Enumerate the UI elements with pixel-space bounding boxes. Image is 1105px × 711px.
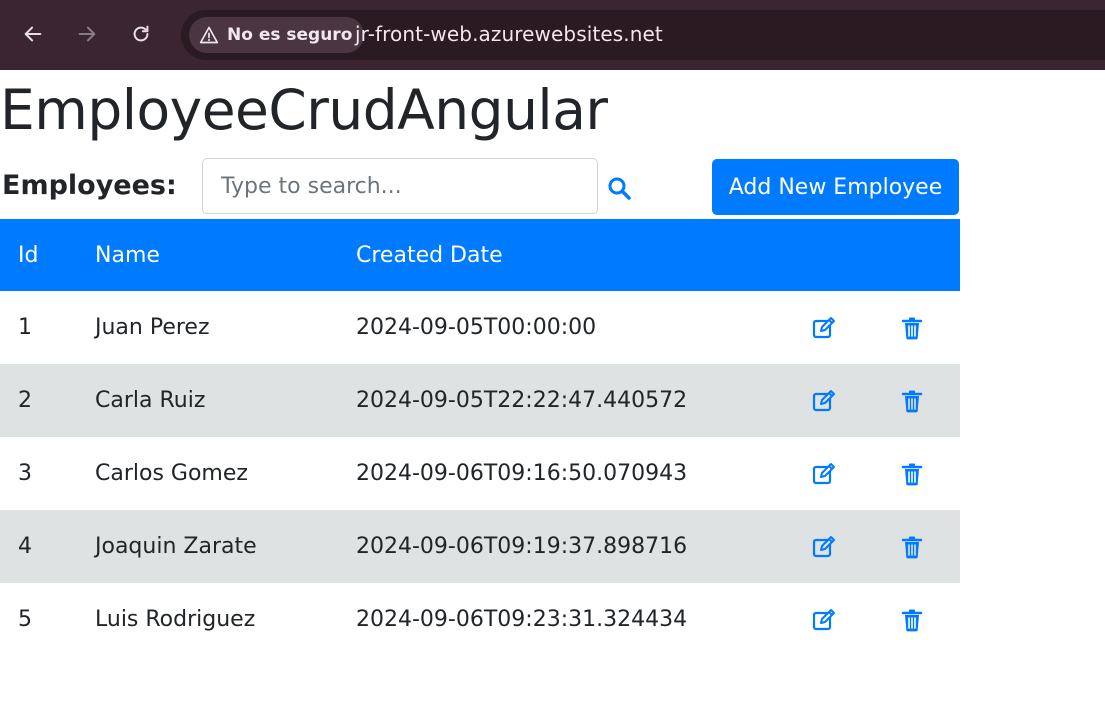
back-icon xyxy=(24,26,42,42)
cell-created-date: 2024-09-05T22:22:47.440572 xyxy=(356,388,688,413)
security-indicator[interactable]: No es seguro xyxy=(189,17,365,53)
cell-id: 2 xyxy=(18,388,32,413)
cell-id: 3 xyxy=(18,461,32,486)
edit-icon[interactable] xyxy=(812,607,838,633)
forward-icon xyxy=(78,26,96,42)
edit-icon[interactable] xyxy=(812,534,838,560)
employees-label: Employees: xyxy=(2,170,177,201)
header-edit xyxy=(786,219,864,291)
add-employee-button[interactable]: Add New Employee xyxy=(712,159,959,215)
cell-name: Carlos Gomez xyxy=(95,461,248,486)
cell-created-date: 2024-09-06T09:16:50.070943 xyxy=(356,461,688,486)
warning-icon xyxy=(199,26,219,44)
cell-id: 4 xyxy=(18,534,32,559)
employees-table: Id Name Created Date 1 Juan Perez 2024-0… xyxy=(0,219,960,656)
table-row: 3 Carlos Gomez 2024-09-06T09:16:50.07094… xyxy=(0,437,960,510)
trash-icon[interactable] xyxy=(899,315,925,341)
reload-button[interactable] xyxy=(124,17,158,51)
trash-icon[interactable] xyxy=(899,388,925,414)
cell-name: Carla Ruiz xyxy=(95,388,206,413)
table-row: 5 Luis Rodriguez 2024-09-06T09:23:31.324… xyxy=(0,583,960,656)
header-id: Id xyxy=(18,242,39,268)
table-row: 4 Joaquin Zarate 2024-09-06T09:19:37.898… xyxy=(0,510,960,583)
table-header-row: Id Name Created Date xyxy=(0,219,960,291)
cell-created-date: 2024-09-06T09:23:31.324434 xyxy=(356,607,688,632)
cell-id: 1 xyxy=(18,315,32,340)
cell-name: Juan Perez xyxy=(95,315,210,340)
edit-icon[interactable] xyxy=(812,315,838,341)
reload-icon xyxy=(133,25,149,42)
page-title: EmployeeCrudAngular xyxy=(0,78,608,142)
browser-toolbar: No es seguro jr-front-web.azurewebsites.… xyxy=(0,0,1105,70)
back-button[interactable] xyxy=(16,17,50,51)
header-name: Name xyxy=(95,242,160,268)
trash-icon[interactable] xyxy=(899,461,925,487)
cell-name: Luis Rodriguez xyxy=(95,607,256,632)
edit-icon[interactable] xyxy=(812,388,838,414)
header-created-date: Created Date xyxy=(356,242,503,268)
cell-created-date: 2024-09-06T09:19:37.898716 xyxy=(356,534,688,559)
search-input[interactable] xyxy=(202,158,598,214)
edit-icon[interactable] xyxy=(812,461,838,487)
forward-button[interactable] xyxy=(70,17,104,51)
cell-created-date: 2024-09-05T00:00:00 xyxy=(356,315,597,340)
url-text[interactable]: jr-front-web.azurewebsites.net xyxy=(355,22,663,46)
trash-icon[interactable] xyxy=(899,534,925,560)
table-row: 2 Carla Ruiz 2024-09-05T22:22:47.440572 xyxy=(0,364,960,437)
trash-icon[interactable] xyxy=(899,607,925,633)
search-icon[interactable] xyxy=(607,176,631,200)
cell-id: 5 xyxy=(18,607,32,632)
security-label: No es seguro xyxy=(227,25,353,45)
address-bar[interactable]: No es seguro jr-front-web.azurewebsites.… xyxy=(181,10,1105,60)
cell-name: Joaquin Zarate xyxy=(95,534,257,559)
table-row: 1 Juan Perez 2024-09-05T00:00:00 xyxy=(0,291,960,364)
header-delete xyxy=(864,219,960,291)
